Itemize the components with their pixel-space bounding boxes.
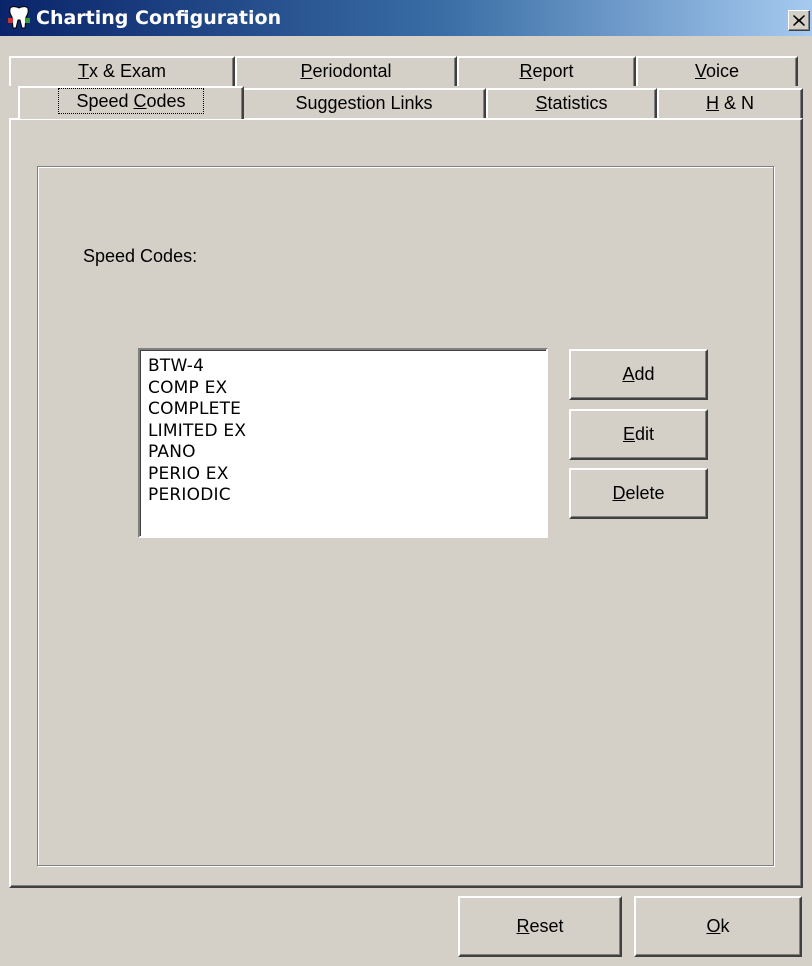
- speed-codes-list[interactable]: BTW-4 COMP EX COMPLETE LIMITED EX PANO P…: [138, 348, 548, 538]
- focus-rect: Speed Codes: [58, 88, 204, 114]
- button-label: dd: [634, 364, 655, 384]
- tab-voice[interactable]: Voice: [636, 56, 798, 86]
- accelerator: R: [516, 916, 530, 936]
- button-label: eset: [529, 916, 564, 936]
- tab-tx-exam[interactable]: Tx & Exam: [9, 56, 235, 86]
- list-item[interactable]: LIMITED EX: [148, 421, 546, 443]
- accelerator: C: [133, 91, 147, 111]
- tab-label: tatistics: [547, 93, 608, 113]
- tooth-icon: [8, 6, 30, 29]
- tab-periodontal[interactable]: Periodontal: [235, 56, 457, 86]
- charting-configuration-window: Charting Configuration Tx & Exam Periodo…: [0, 0, 812, 966]
- tab-label: & N: [718, 93, 754, 113]
- list-item[interactable]: PERIO EX: [148, 464, 546, 486]
- tab-suggestion-links[interactable]: Suggestion Links: [242, 88, 486, 118]
- tab-speed-codes[interactable]: Speed Codes: [18, 86, 244, 119]
- accelerator: P: [300, 61, 313, 81]
- ok-button[interactable]: Ok: [634, 896, 802, 957]
- tab-statistics[interactable]: Statistics: [486, 88, 657, 118]
- title-bar[interactable]: Charting Configuration: [0, 0, 812, 36]
- tab-report[interactable]: Report: [457, 56, 636, 86]
- list-item[interactable]: PERIODIC: [148, 485, 546, 507]
- accelerator: A: [622, 364, 635, 384]
- tab-label: eriodontal: [312, 61, 392, 81]
- accelerator: S: [535, 93, 548, 113]
- accelerator: O: [706, 916, 721, 936]
- tab-label: Suggestion Links: [295, 93, 433, 113]
- tab-label: oice: [705, 61, 740, 81]
- button-label: elete: [625, 483, 665, 503]
- accelerator: H: [705, 93, 719, 113]
- tab-label: eport: [532, 61, 574, 81]
- reset-button[interactable]: Reset: [458, 896, 622, 957]
- button-label: k: [720, 916, 730, 936]
- tab-label: odes: [146, 91, 186, 111]
- list-item[interactable]: COMPLETE: [148, 399, 546, 421]
- delete-button[interactable]: Delete: [569, 468, 708, 519]
- tab-label: Speed: [76, 91, 134, 111]
- list-item[interactable]: PANO: [148, 442, 546, 464]
- speed-codes-label: Speed Codes:: [83, 246, 198, 266]
- accelerator: E: [622, 424, 635, 444]
- accelerator: T: [77, 61, 89, 81]
- add-button[interactable]: Add: [569, 349, 708, 400]
- accelerator: D: [612, 483, 626, 503]
- edit-button[interactable]: Edit: [569, 409, 708, 460]
- tab-label: x & Exam: [88, 61, 167, 81]
- list-item[interactable]: BTW-4: [148, 356, 546, 378]
- button-label: dit: [635, 424, 655, 444]
- accelerator: R: [519, 61, 533, 81]
- close-icon: [793, 15, 805, 26]
- list-item[interactable]: COMP EX: [148, 378, 546, 400]
- window-title: Charting Configuration: [36, 7, 282, 29]
- accelerator: V: [694, 61, 706, 81]
- tab-h-n[interactable]: H & N: [657, 88, 803, 118]
- close-button[interactable]: [788, 10, 810, 31]
